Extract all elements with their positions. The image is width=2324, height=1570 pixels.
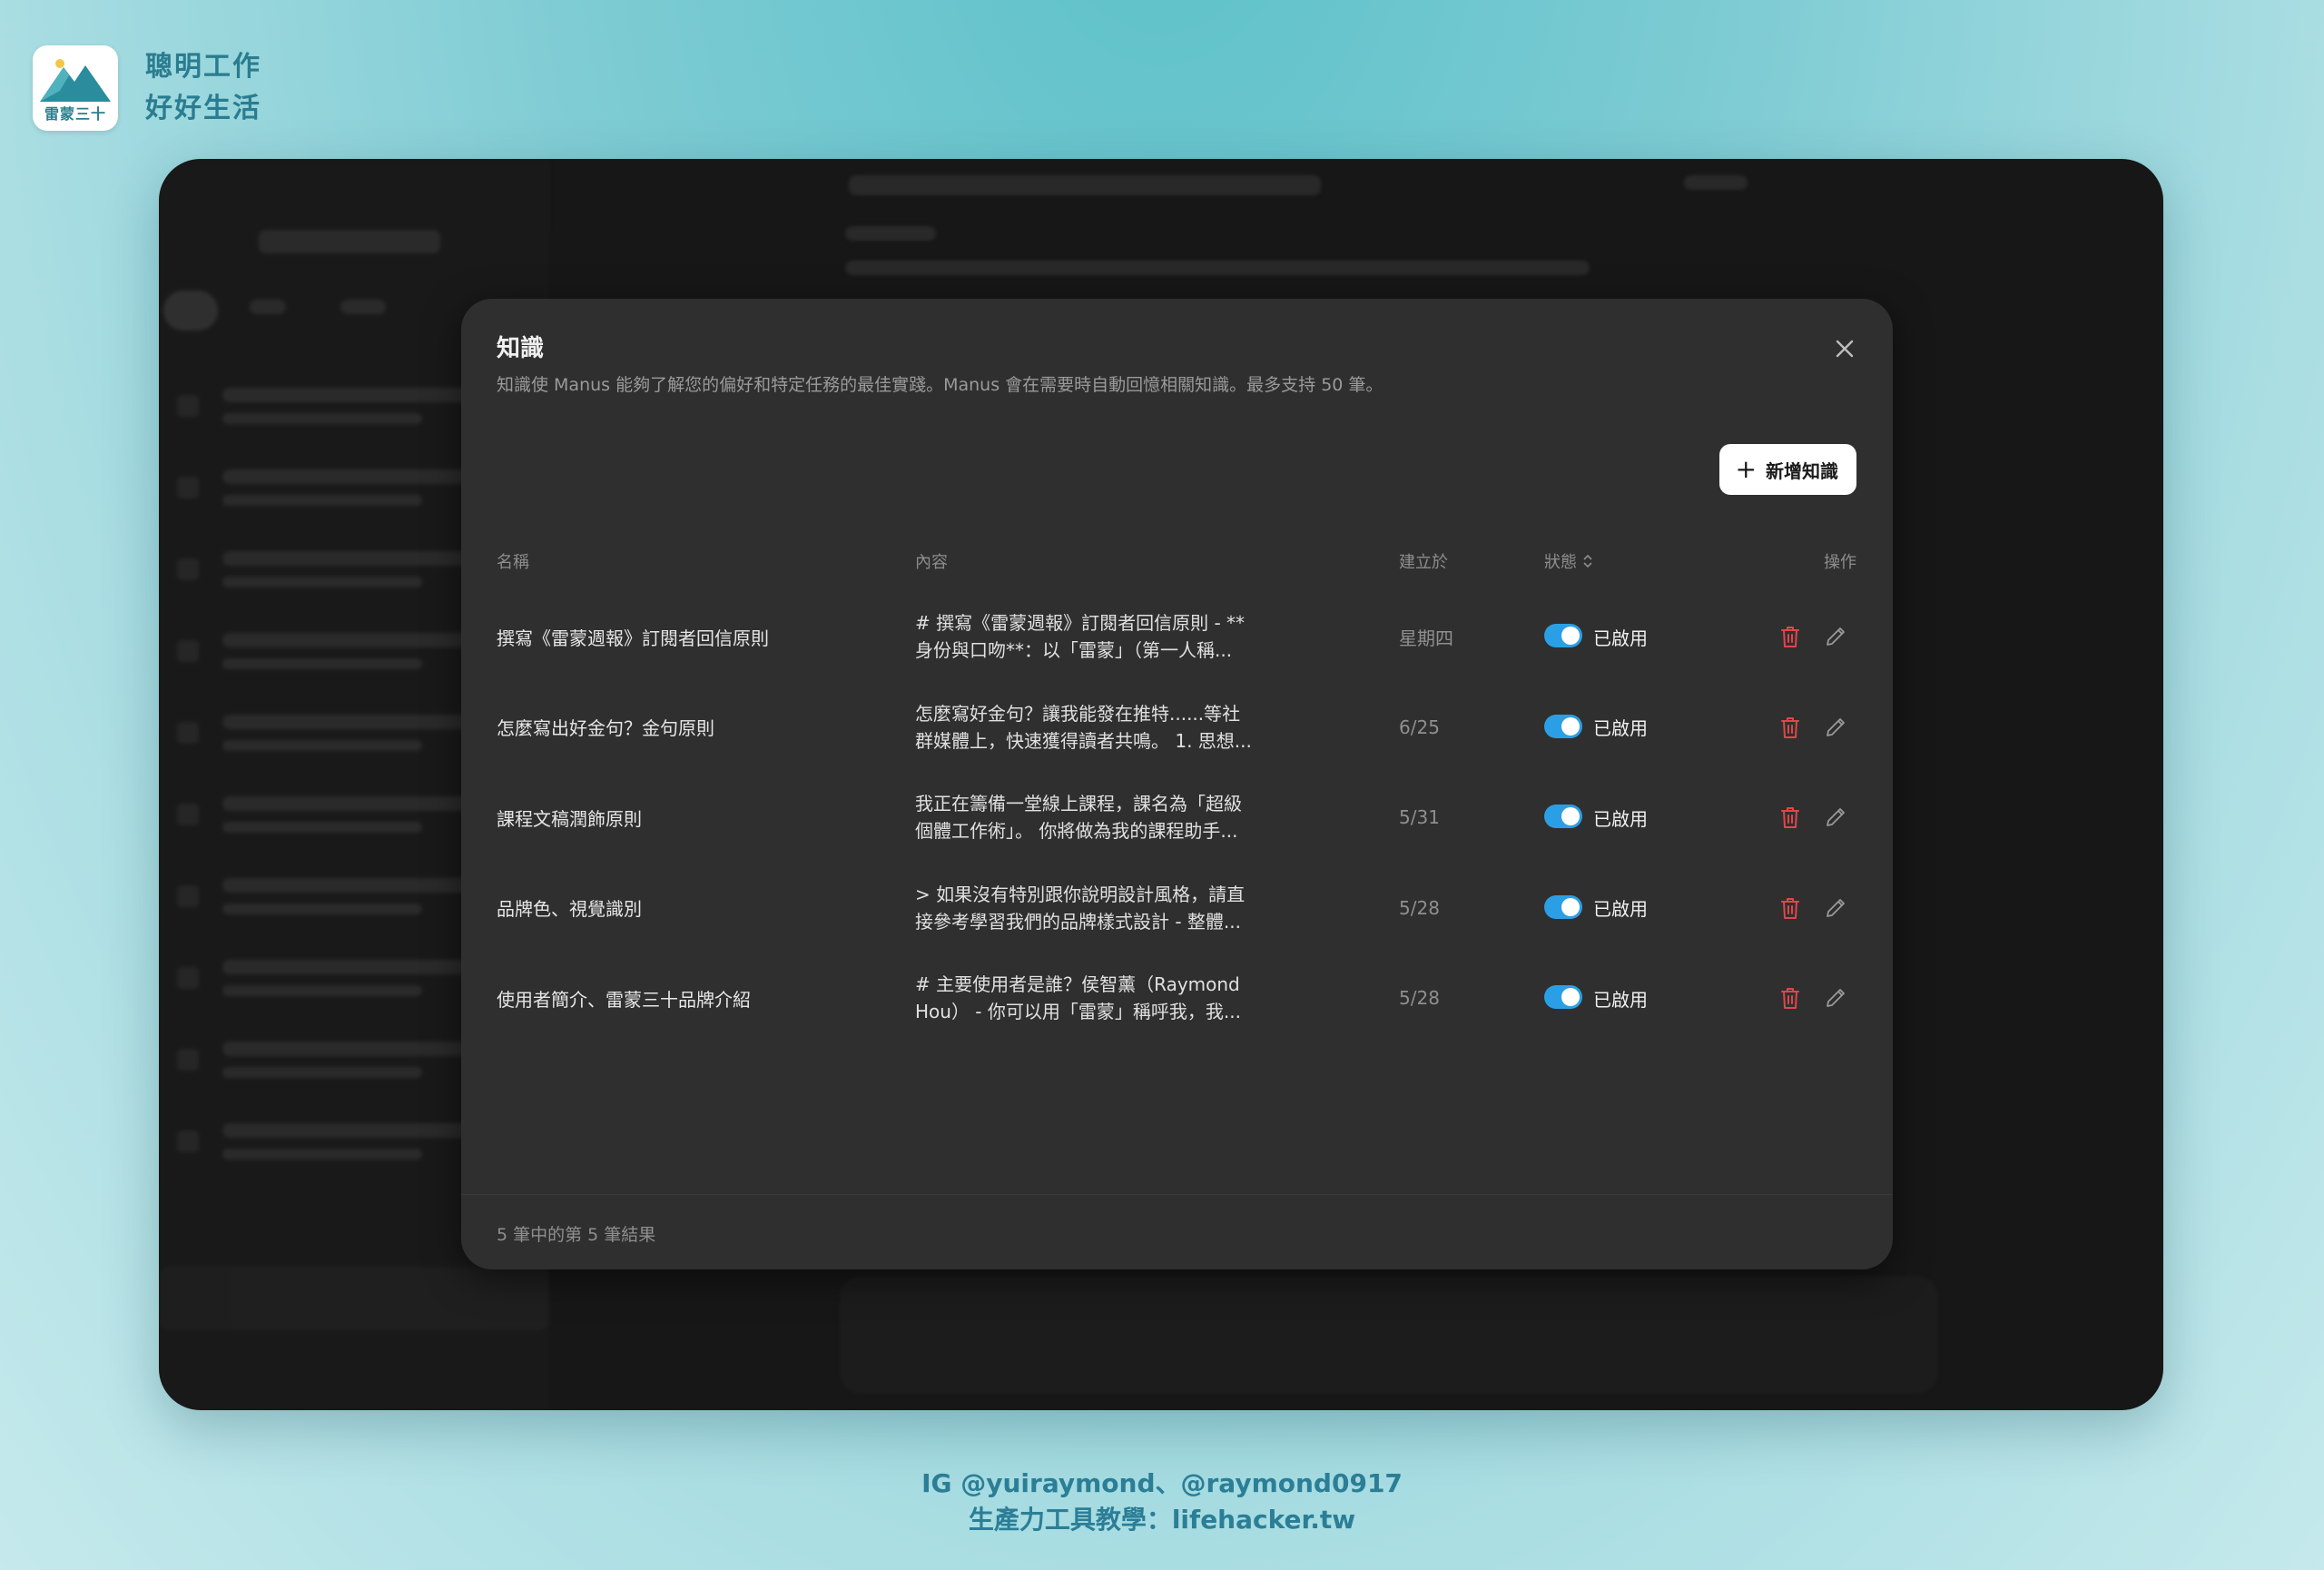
brand-slogan-line1: 聰明工作 [145,51,261,83]
app-window: 知識 知識使 Manus 能夠了解您的偏好和特定任務的最佳實踐。Manus 會在… [159,159,2163,1410]
pencil-icon [1827,808,1845,826]
table-row[interactable]: 課程文稿潤飾原則 我正在籌備一堂線上課程，課名為「超級 個體工作術」。 你將做為… [461,772,1893,863]
edit-button[interactable] [1823,805,1848,830]
sort-icon [1583,554,1592,568]
created-date: 5/28 [1399,896,1440,919]
delete-button[interactable] [1778,805,1802,830]
status-toggle[interactable] [1544,894,1582,919]
created-date: 5/28 [1399,987,1440,1009]
status-label: 已啟用 [1593,807,1648,830]
knowledge-content-line1: > 如果沒有特別跟你說明設計風格，請直 [915,883,1246,905]
knowledge-content-line1: # 主要使用者是誰？侯智薰（Raymond [915,973,1240,995]
add-knowledge-button[interactable]: + 新增知識 [1718,444,1856,495]
trash-icon [1781,716,1799,738]
credit-line-1: IG @yuiraymond、@raymond0917 [921,1468,1403,1498]
table-row[interactable]: 品牌色、視覺識別 > 如果沒有特別跟你說明設計風格，請直 接參考學習我們的品牌樣… [461,863,1893,953]
brand-slogan-line2: 好好生活 [145,93,261,124]
table-row[interactable]: 撰寫《雷蒙週報》訂閱者回信原則 # 撰寫《雷蒙週報》訂閱者回信原則 - ** 身… [461,591,1893,682]
knowledge-content-line1: 怎麼寫好金句？讓我能發在推特......等社 [915,702,1241,725]
status-label: 已啟用 [1593,898,1648,920]
knowledge-name: 課程文稿潤飾原則 [497,807,642,830]
status-toggle[interactable] [1544,714,1582,738]
knowledge-content-line2: 群媒體上，快速獲得讀者共鳴。 1. 思想... [915,729,1252,752]
edit-button[interactable] [1823,895,1848,921]
status-toggle[interactable] [1544,985,1582,1009]
table-row[interactable]: 使用者簡介、雷蒙三十品牌介紹 # 主要使用者是誰？侯智薰（Raymond Hou… [461,953,1893,1043]
status-label: 已啟用 [1593,627,1648,649]
knowledge-content: # 撰寫《雷蒙週報》訂閱者回信原則 - ** 身份與口吻**：以「雷蒙」（第一人… [915,609,1296,664]
status-toggle[interactable] [1544,805,1582,828]
footer-divider [461,1194,1893,1195]
modal-description: 知識使 Manus 能夠了解您的偏好和特定任務的最佳實踐。Manus 會在需要時… [497,375,1384,395]
trash-icon [1781,807,1799,828]
brand-logo: 雷蒙三十 [33,45,118,131]
knowledge-name: 怎麼寫出好金句？金句原則 [497,717,714,739]
close-button[interactable] [1831,335,1858,362]
knowledge-content: # 主要使用者是誰？侯智薰（Raymond Hou） - 你可以用「雷蒙」稱呼我… [915,971,1296,1025]
delete-button[interactable] [1778,895,1802,921]
brand: 雷蒙三十 聰明工作 好好生活 [33,45,261,131]
edit-button[interactable] [1823,985,1848,1011]
add-knowledge-label: 新增知識 [1766,459,1838,482]
status-label: 已啟用 [1593,988,1648,1011]
toggle-knob [1561,988,1580,1006]
pencil-icon [1827,989,1845,1007]
knowledge-content-line2: 個體工作術」。 你將做為我的課程助手... [915,820,1238,842]
knowledge-content: 怎麼寫好金句？讓我能發在推特......等社 群媒體上，快速獲得讀者共鳴。 1.… [915,700,1296,755]
toggle-knob [1561,897,1580,916]
pencil-icon [1827,717,1845,736]
trash-icon [1781,988,1799,1009]
table-row[interactable]: 怎麼寫出好金句？金句原則 怎麼寫好金句？讓我能發在推特......等社 群媒體上… [461,682,1893,773]
knowledge-content: 我正在籌備一堂線上課程，課名為「超級 個體工作術」。 你將做為我的課程助手... [915,790,1296,844]
status-toggle[interactable] [1544,624,1582,647]
column-header-created: 建立於 [1399,553,1448,572]
edit-button[interactable] [1823,715,1848,740]
column-header-status[interactable]: 狀態 [1544,549,1595,573]
created-date: 5/31 [1399,806,1440,828]
delete-button[interactable] [1778,985,1802,1011]
knowledge-content-line2: 身份與口吻**：以「雷蒙」（第一人稱... [915,639,1233,661]
column-header-name: 名稱 [497,553,529,572]
plus-icon: + [1735,454,1757,484]
column-header-actions: 操作 [1824,553,1856,572]
delete-button[interactable] [1778,624,1802,649]
pencil-icon [1827,627,1845,646]
toggle-knob [1561,627,1580,645]
knowledge-name: 使用者簡介、雷蒙三十品牌介紹 [497,988,751,1011]
delete-button[interactable] [1778,715,1802,740]
status-label: 已啟用 [1593,717,1648,739]
column-header-status-label: 狀態 [1544,553,1577,572]
trash-icon [1781,627,1799,647]
modal-title: 知識 [497,335,545,362]
column-header-content: 內容 [915,553,948,572]
trash-icon [1781,897,1799,919]
knowledge-content-line1: 我正在籌備一堂線上課程，課名為「超級 [915,793,1242,815]
knowledge-modal: 知識 知識使 Manus 能夠了解您的偏好和特定任務的最佳實踐。Manus 會在… [461,299,1893,1269]
pencil-icon [1827,898,1845,917]
brand-logo-text: 雷蒙三十 [44,105,106,123]
knowledge-name: 品牌色、視覺識別 [497,898,642,920]
toggle-knob [1561,807,1580,825]
toggle-knob [1561,716,1580,736]
edit-button[interactable] [1823,624,1848,649]
credit-line-2: 生產力工具教學：lifehacker.tw [968,1505,1356,1535]
knowledge-content-line2: Hou） - 你可以用「雷蒙」稱呼我，我... [915,1001,1241,1022]
close-icon [1836,340,1854,358]
knowledge-content-line1: # 撰寫《雷蒙週報》訂閱者回信原則 - ** [915,612,1246,634]
created-date: 星期四 [1399,627,1453,649]
created-date: 6/25 [1399,716,1440,738]
results-count: 5 筆中的第 5 筆結果 [497,1225,656,1245]
knowledge-content-line2: 接參考學習我們的品牌樣式設計 - 整體... [915,910,1242,933]
knowledge-content: > 如果沒有特別跟你說明設計風格，請直 接參考學習我們的品牌樣式設計 - 整體.… [915,881,1296,935]
knowledge-name: 撰寫《雷蒙週報》訂閱者回信原則 [497,627,769,649]
